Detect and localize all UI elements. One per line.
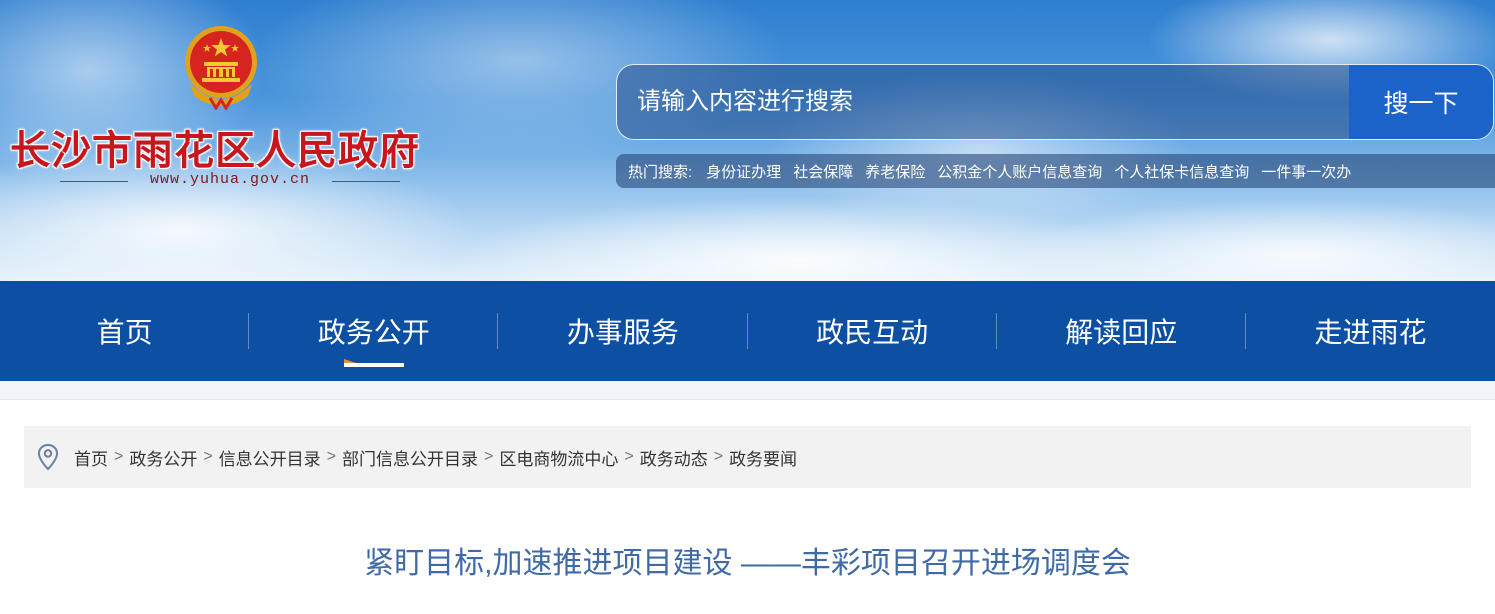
nav-item-interpretation[interactable]: 解读回应 <box>997 281 1246 381</box>
breadcrumb-link[interactable]: 信息公开目录 <box>219 445 321 470</box>
nav-item-interaction[interactable]: 政民互动 <box>748 281 997 381</box>
site-title: 长沙市雨花区人民政府 <box>10 127 420 174</box>
article-title: 紧盯目标,加速推进项目建设 ——丰彩项目召开进场调度会 <box>364 547 1131 580</box>
nav-item-label: 政民互动 <box>816 317 929 348</box>
breadcrumb-separator: > <box>326 448 337 465</box>
breadcrumb-separator: > <box>624 448 634 465</box>
site-url: www.yuhua.gov.cn <box>149 171 311 188</box>
active-indicator <box>343 359 404 367</box>
header-banner: 长沙市雨花区人民政府 www.yuhua.gov.cn 搜一下 热门搜索: 身份… <box>0 0 1495 281</box>
national-emblem-icon <box>185 26 257 110</box>
nav-sub-strip <box>0 381 1495 400</box>
main-nav: 首页 政务公开 办事服务 政民互动 解读回应 走进雨花 <box>0 281 1495 381</box>
breadcrumb-separator: > <box>484 448 494 465</box>
breadcrumb-link[interactable]: 部门信息公开目录 <box>342 445 478 470</box>
nav-item-gov-affairs[interactable]: 政务公开 <box>249 281 499 381</box>
breadcrumb: 首页 > 政务公开 > 信息公开目录 > 部门信息公开目录 > 区电商物流中心 … <box>24 426 1471 488</box>
site-url-block: www.yuhua.gov.cn <box>60 171 400 193</box>
nav-item-home[interactable]: 首页 <box>0 281 250 381</box>
nav-item-label: 办事服务 <box>566 317 679 348</box>
location-pin-icon <box>37 443 59 471</box>
breadcrumb-separator: > <box>203 448 213 465</box>
search-button[interactable]: 搜一下 <box>1349 65 1493 139</box>
breadcrumb-link[interactable]: 政务要闻 <box>729 445 797 470</box>
nav-item-label: 解读回应 <box>1065 317 1178 348</box>
nav-item-label: 首页 <box>96 317 153 348</box>
divider <box>332 181 400 182</box>
breadcrumb-separator: > <box>713 448 724 465</box>
hot-search-link[interactable]: 养老保险 <box>865 161 925 182</box>
breadcrumb-link[interactable]: 政务公开 <box>129 445 197 470</box>
nav-item-services[interactable]: 办事服务 <box>498 281 748 381</box>
breadcrumb-link[interactable]: 首页 <box>74 445 108 470</box>
hot-search-link[interactable]: 身份证办理 <box>706 161 781 182</box>
breadcrumb-separator: > <box>114 448 124 465</box>
nav-item-label: 政务公开 <box>317 317 430 348</box>
breadcrumb-link[interactable]: 区电商物流中心 <box>499 445 618 470</box>
hot-search-link[interactable]: 公积金个人账户信息查询 <box>937 161 1102 182</box>
search-input[interactable] <box>617 65 1351 139</box>
divider <box>60 181 128 182</box>
search-box: 搜一下 <box>616 64 1494 140</box>
nav-item-about-yuhua[interactable]: 走进雨花 <box>1246 281 1495 381</box>
nav-item-label: 走进雨花 <box>1314 317 1427 348</box>
hot-search-label: 热门搜索: <box>628 163 693 181</box>
hot-search-bar: 热门搜索: 身份证办理 社会保障 养老保险 公积金个人账户信息查询 个人社保卡信… <box>616 154 1495 188</box>
breadcrumb-link[interactable]: 政务动态 <box>640 445 708 470</box>
hot-search-link[interactable]: 一件事一次办 <box>1261 161 1351 182</box>
hot-search-link[interactable]: 社会保障 <box>793 161 853 182</box>
hot-search-link[interactable]: 个人社保卡信息查询 <box>1114 161 1249 182</box>
